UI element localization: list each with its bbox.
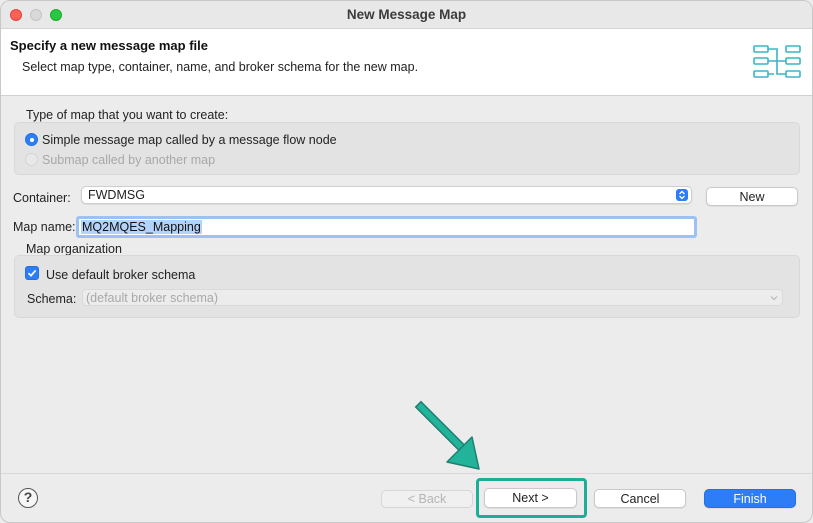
footer-divider	[1, 473, 812, 474]
annotation-arrow-icon	[414, 400, 480, 470]
title-bar: New Message Map	[1, 1, 812, 29]
checkmark-icon	[27, 269, 37, 277]
header-title: Specify a new message map file	[10, 38, 208, 53]
map-diagram-icon	[753, 45, 801, 78]
next-button[interactable]: Next >	[484, 488, 577, 508]
map-type-label: Type of map that you want to create:	[26, 108, 229, 122]
header-description: Select map type, container, name, and br…	[22, 60, 419, 74]
radio-simple-map-label[interactable]: Simple message map called by a message f…	[42, 133, 337, 147]
back-button: < Back	[381, 490, 473, 508]
map-organization-label: Map organization	[26, 242, 122, 256]
container-value: FWDMSG	[88, 188, 145, 202]
container-label: Container:	[13, 191, 71, 205]
map-name-input[interactable]: MQ2MQES_Mapping	[76, 216, 697, 238]
radio-submap	[25, 153, 38, 166]
wizard-header: Specify a new message map file Select ma…	[1, 29, 812, 96]
schema-placeholder: (default broker schema)	[86, 291, 219, 305]
map-name-label: Map name:	[13, 220, 76, 234]
window-title: New Message Map	[346, 7, 467, 22]
help-icon[interactable]: ?	[18, 488, 38, 508]
finish-button[interactable]: Finish	[704, 489, 796, 508]
dialog-window: New Message Map Specify a new message ma…	[0, 0, 813, 523]
schema-label: Schema:	[27, 292, 77, 306]
cancel-button[interactable]: Cancel	[594, 489, 686, 508]
container-select[interactable]: FWDMSG	[81, 186, 692, 204]
use-default-schema-checkbox[interactable]	[25, 266, 39, 280]
radio-submap-label: Submap called by another map	[42, 153, 216, 167]
new-container-button[interactable]: New	[706, 187, 798, 206]
map-organization-group: Use default broker schema Schema: (defau…	[14, 255, 800, 318]
map-type-group: Simple message map called by a message f…	[14, 122, 800, 175]
chevron-down-icon	[770, 296, 778, 301]
use-default-schema-label[interactable]: Use default broker schema	[46, 268, 195, 282]
map-name-value: MQ2MQES_Mapping	[81, 220, 202, 234]
radio-simple-map[interactable]	[25, 133, 38, 146]
schema-select: (default broker schema)	[82, 289, 783, 306]
chevron-updown-icon	[676, 189, 688, 201]
